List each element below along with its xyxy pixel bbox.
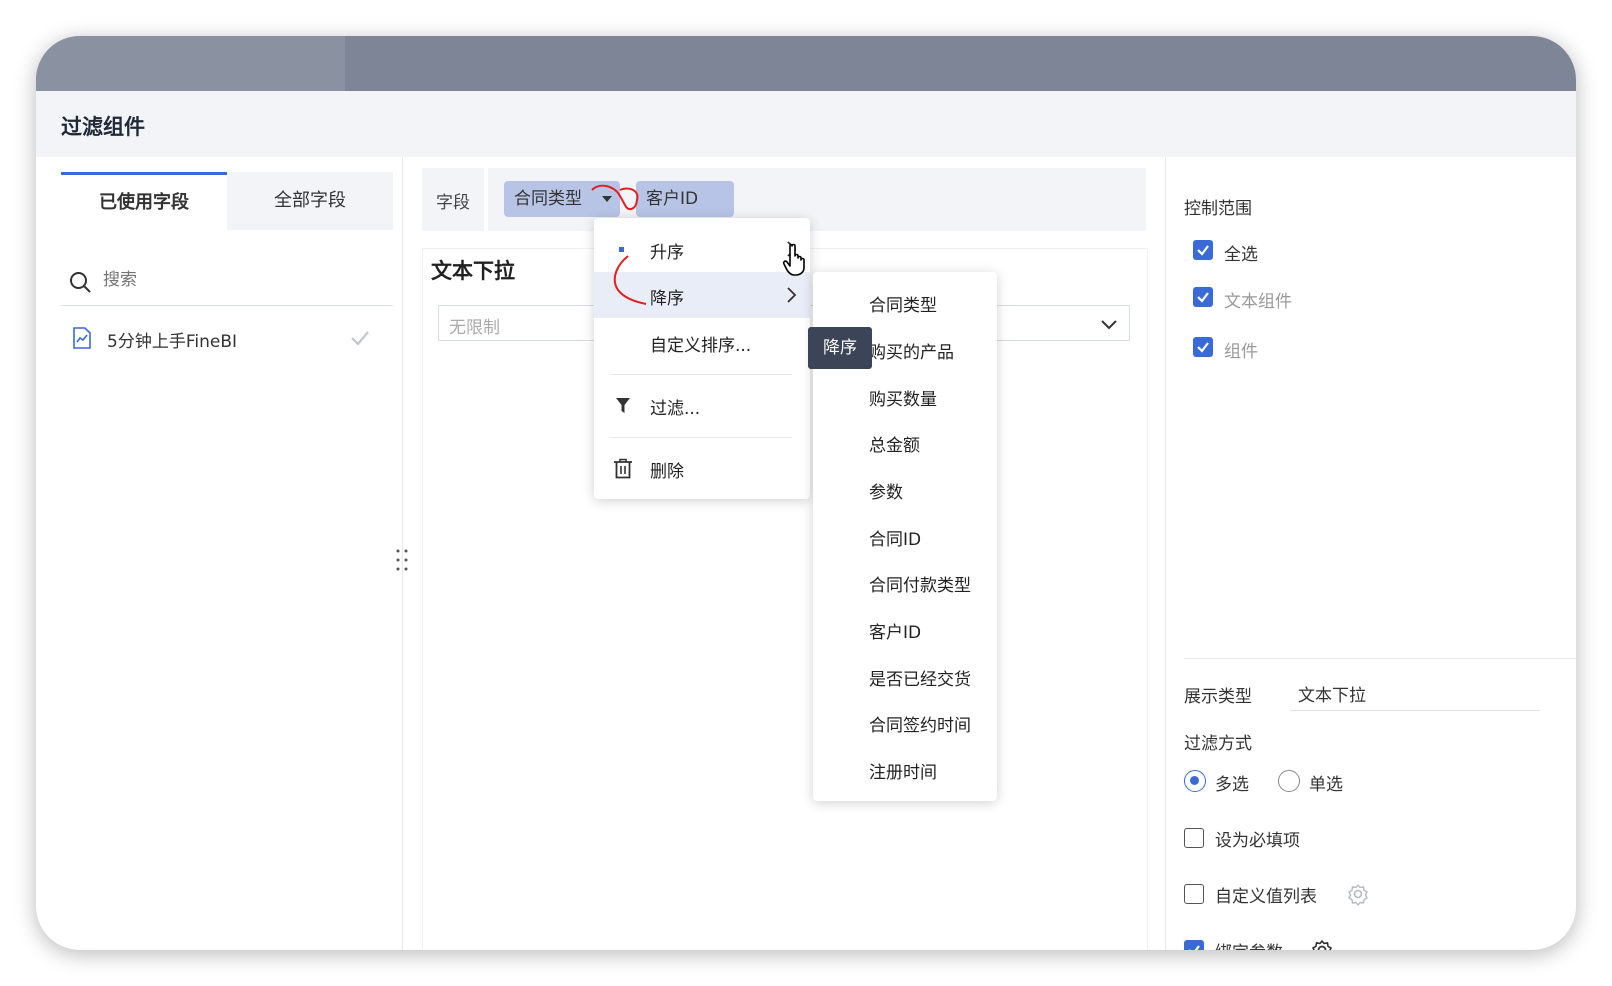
chip-label: 客户ID (646, 189, 699, 209)
radio-multi-label: 多选 (1215, 775, 1249, 795)
scope-checkbox-widget[interactable] (1193, 337, 1213, 357)
display-type-underline (1290, 710, 1540, 711)
check-icon (1197, 245, 1209, 256)
scope-label-widget: 组件 (1224, 342, 1258, 362)
display-type-label: 展示类型 (1184, 687, 1252, 707)
filter-icon (616, 398, 630, 413)
chevron-right-icon (787, 241, 797, 257)
dataset-label: 5分钟上手FineBI (107, 332, 237, 352)
menu-item-delete[interactable]: 删除 (594, 445, 810, 491)
custom-values-checkbox[interactable] (1184, 884, 1204, 904)
panel-divider-right (1165, 157, 1166, 950)
selected-dot-icon (619, 247, 624, 252)
menu-item-descending[interactable]: 降序 (594, 272, 810, 318)
scope-checkbox-all[interactable] (1193, 240, 1213, 260)
submenu-item[interactable]: 合同签约时间 (869, 711, 971, 736)
dialog-title: 过滤组件 (61, 115, 145, 139)
field-chip-customer-id[interactable]: 客户ID (636, 181, 734, 217)
search-input[interactable] (103, 267, 373, 293)
gear-icon[interactable] (1346, 882, 1370, 906)
gear-icon[interactable] (1310, 938, 1334, 950)
scope-label-all: 全选 (1224, 245, 1258, 265)
chevron-down-icon (1101, 320, 1117, 330)
menu-item-label: 降序 (650, 289, 684, 309)
submenu-item[interactable]: 注册时间 (869, 758, 937, 783)
tooltip: 降序 (808, 327, 872, 369)
right-panel: 控制范围 全选 文本组件 组件 展示类型 文本下拉 过滤方式 多选 单选 设为必… (1184, 157, 1576, 950)
trash-icon (614, 458, 632, 479)
submenu-item[interactable]: 合同ID (869, 525, 921, 550)
tab-all-fields[interactable]: 全部字段 (227, 172, 393, 230)
section-divider (1184, 658, 1576, 659)
search-icon (70, 272, 91, 293)
submenu-item[interactable]: 合同类型 (869, 291, 937, 316)
submenu-item[interactable]: 购买的产品 (869, 338, 954, 363)
menu-item-label: 过滤... (650, 399, 701, 419)
left-panel: 已使用字段 全部字段 5分钟上手FineBI (36, 157, 402, 950)
menu-item-filter[interactable]: 过滤... (594, 382, 810, 428)
chip-label: 合同类型 (514, 189, 582, 209)
menu-separator (610, 374, 792, 375)
field-separator (484, 168, 488, 231)
submenu-item[interactable]: 合同付款类型 (869, 571, 971, 596)
chart-file-icon (73, 327, 91, 349)
submenu-item[interactable]: 参数 (869, 478, 903, 503)
menu-separator (610, 437, 792, 438)
required-checkbox[interactable] (1184, 828, 1204, 848)
submenu-item[interactable]: 购买数量 (869, 385, 937, 410)
bind-param-label: 绑定参数 (1215, 938, 1283, 950)
control-scope-title: 控制范围 (1184, 199, 1252, 219)
required-label: 设为必填项 (1215, 831, 1300, 851)
custom-values-label: 自定义值列表 (1215, 887, 1317, 907)
check-icon (1189, 945, 1200, 950)
field-label: 字段 (436, 193, 470, 213)
widget-title: 文本下拉 (431, 259, 515, 283)
drag-handle-icon[interactable] (392, 548, 412, 572)
submenu-item[interactable]: 是否已经交货 (869, 665, 971, 690)
widget-select-placeholder: 无限制 (449, 318, 500, 338)
bind-param-checkbox[interactable] (1184, 940, 1204, 950)
submenu-item[interactable]: 总金额 (869, 431, 920, 456)
display-type-select[interactable]: 文本下拉 (1298, 681, 1366, 706)
scope-label-text-widget: 文本组件 (1224, 292, 1292, 312)
radio-single-label: 单选 (1309, 775, 1343, 795)
check-icon (1197, 292, 1209, 303)
scope-checkbox-text-widget[interactable] (1193, 287, 1213, 307)
menu-item-label: 删除 (650, 462, 684, 482)
dataset-item[interactable]: 5分钟上手FineBI (61, 319, 393, 359)
menu-item-label: 自定义排序... (650, 336, 752, 356)
field-context-menu: 升序 降序 自定义排序... 过滤... 删除 (594, 218, 810, 499)
radio-single-select[interactable] (1278, 770, 1300, 792)
chevron-right-icon (787, 287, 797, 303)
radio-multi-select[interactable] (1184, 770, 1206, 792)
dialog-header: 过滤组件 (36, 91, 1576, 157)
top-bar (36, 36, 1576, 91)
filter-mode-label: 过滤方式 (1184, 734, 1252, 754)
submenu-item[interactable]: 客户ID (869, 618, 921, 643)
tab-used-fields[interactable]: 已使用字段 (61, 172, 227, 233)
top-bar-left-segment (36, 36, 345, 91)
menu-item-label: 升序 (650, 243, 684, 263)
menu-item-ascending[interactable]: 升序 (594, 226, 810, 272)
search-box (61, 257, 393, 306)
caret-down-icon[interactable] (602, 196, 612, 202)
check-icon (351, 331, 369, 346)
field-chip-contract-type[interactable]: 合同类型 (504, 181, 620, 217)
check-icon (1197, 342, 1209, 353)
menu-item-custom-sort[interactable]: 自定义排序... (594, 319, 810, 365)
